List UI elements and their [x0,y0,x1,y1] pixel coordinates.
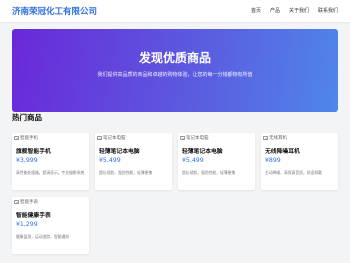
product-card[interactable]: 无线耳机 无线降噪耳机 ¥899 主动降噪，高保真音质，舒适佩戴 [261,133,338,190]
product-name[interactable]: 无线降噪耳机 [265,146,300,155]
product-image[interactable]: 笔记本电脑 [180,135,209,141]
main-nav: 首页 产品 关于我们 联系我们 [251,7,338,14]
product-card[interactable]: 笔记本电脑 轻薄笔记本电脑 ¥5,499 超长续航，强劲性能，轻薄便携 [95,133,172,190]
product-price: ¥1,299 [16,221,38,228]
product-image-alt: 智能手表 [20,200,38,205]
product-name[interactable]: 旗舰智能手机 [16,146,51,155]
product-name[interactable]: 智能健康手表 [16,210,51,219]
broken-image-icon [14,200,19,204]
hero-title: 发现优质商品 [138,51,211,65]
product-card[interactable]: 智能手表 智能健康手表 ¥1,299 健康监测，运动追踪，智能通知 [12,197,89,254]
hero-banner: 发现优质商品 我们提供高品质的商品和卓越的购物体验，让您的每一分钱都物有所值 [12,29,338,112]
broken-image-icon [180,136,185,140]
product-description: 超长续航，强劲性能，轻薄便携 [182,170,236,175]
nav-item-home[interactable]: 首页 [251,7,261,14]
site-header: 济南荣冠化工有限公司 首页 产品 关于我们 联系我们 [0,0,350,22]
nav-item-contact[interactable]: 联系我们 [318,7,338,14]
product-name[interactable]: 轻薄笔记本电脑 [99,146,140,155]
product-image[interactable]: 智能手机 [14,135,38,141]
product-price: ¥5,499 [182,157,204,164]
product-image[interactable]: 无线耳机 [263,135,287,141]
broken-image-icon [97,136,102,140]
broken-image-icon [263,136,268,140]
brand-logo-text[interactable]: 济南荣冠化工有限公司 [12,5,97,17]
product-description: 高性能处理器，超清显示，专业摄影系统 [16,170,85,175]
product-card[interactable]: 智能手机 旗舰智能手机 ¥3,999 高性能处理器，超清显示，专业摄影系统 [12,133,89,190]
product-image-alt: 无线耳机 [269,136,287,141]
product-image-alt: 笔记本电脑 [103,136,126,141]
nav-item-products[interactable]: 产品 [270,7,280,14]
product-price: ¥3,999 [16,157,38,164]
product-image[interactable]: 笔记本电脑 [97,135,126,141]
product-image-alt: 笔记本电脑 [186,136,209,141]
hero-subtitle: 我们提供高品质的商品和卓越的购物体验，让您的每一分钱都物有所值 [97,72,253,78]
product-description: 健康监测，运动追踪，智能通知 [16,234,70,239]
product-price: ¥899 [265,157,281,164]
product-price: ¥5,499 [99,157,121,164]
section-title-hot-products: 热门商品 [12,113,42,122]
broken-image-icon [14,136,19,140]
product-image-alt: 智能手机 [20,136,38,141]
product-image[interactable]: 智能手表 [14,199,38,205]
product-name[interactable]: 轻薄笔记本电脑 [182,146,223,155]
nav-item-about[interactable]: 关于我们 [289,7,309,14]
product-description: 主动降噪，高保真音质，舒适佩戴 [265,170,322,175]
product-description: 超长续航，强劲性能，轻薄便携 [99,170,153,175]
product-card[interactable]: 笔记本电脑 轻薄笔记本电脑 ¥5,499 超长续航，强劲性能，轻薄便携 [178,133,255,190]
